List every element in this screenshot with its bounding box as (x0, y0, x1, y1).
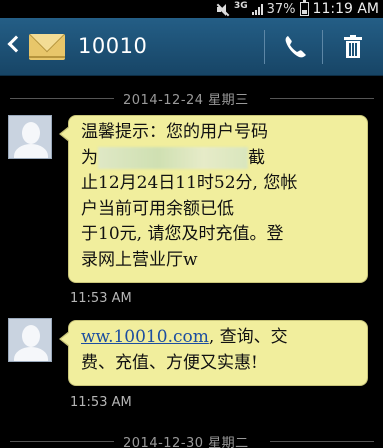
message-time: 11:53 AM (70, 395, 132, 410)
message-bubble[interactable]: ww.10010.com, 查询、交 费、充值、方便又实惠! (59, 320, 368, 386)
message-time: 11:53 AM (70, 291, 132, 306)
delete-button[interactable] (334, 28, 372, 66)
message-link[interactable]: ww.10010.com (81, 327, 209, 347)
date-separator: 2014-12-24 星期三 (0, 88, 383, 108)
conversation-list[interactable]: 2014-12-24 星期三 温馨提示：您的用户号码 为截 止12月24日11时… (0, 77, 383, 448)
date-label: 2014-12-30 星期二 (123, 436, 249, 448)
phone-icon (285, 36, 306, 58)
message-envelope-icon[interactable] (29, 34, 65, 60)
clock: 11:19 AM (312, 1, 379, 17)
message-bubble[interactable]: 温馨提示：您的用户号码 为截 止12月24日11时52分, 您帐 户当前可用余额… (59, 115, 368, 283)
mute-icon (216, 3, 230, 16)
divider (322, 30, 323, 64)
date-label: 2014-12-24 星期三 (123, 93, 249, 108)
call-button[interactable] (276, 28, 314, 66)
conversation-title: 10010 (78, 34, 148, 58)
divider (264, 30, 265, 64)
avatar[interactable] (8, 318, 52, 362)
redacted-number (98, 147, 248, 169)
action-bar: 10010 (0, 18, 383, 76)
signal-icon (251, 3, 263, 15)
message-text: 温馨提示：您的用户号码 为截 止12月24日11时52分, 您帐 户当前可用余额… (81, 122, 298, 270)
avatar[interactable] (8, 115, 52, 159)
battery-icon (299, 0, 309, 16)
network-type: 3G (233, 0, 248, 11)
back-icon[interactable] (7, 35, 25, 53)
status-bar: 3G 37% 11:19 AM (0, 0, 383, 18)
battery-percent: 37% (266, 1, 296, 17)
message-text: ww.10010.com, 查询、交 费、充值、方便又实惠! (81, 327, 288, 373)
trash-icon (344, 35, 362, 58)
status-icons: 3G 37% 11:19 AM (216, 0, 379, 18)
date-separator: 2014-12-30 星期二 (0, 431, 383, 448)
